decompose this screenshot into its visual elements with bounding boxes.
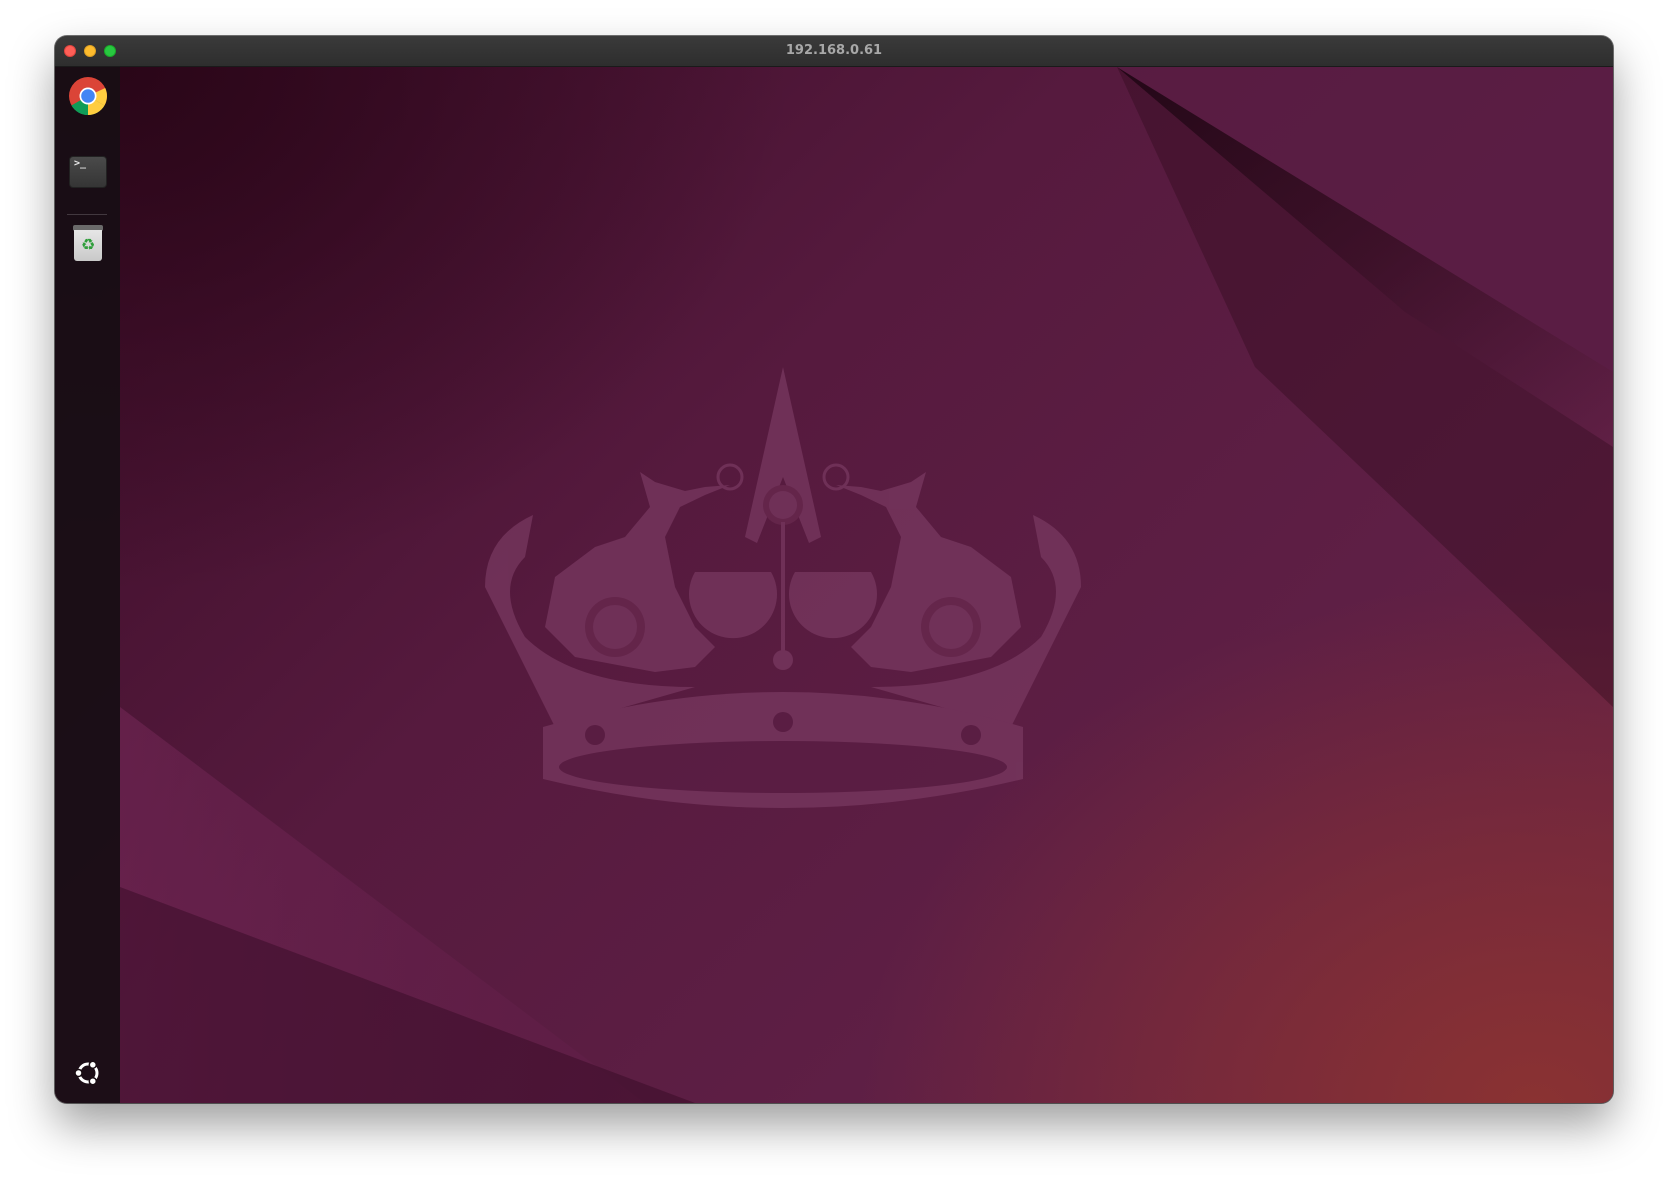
dock-item-trash[interactable]: ♻ [67, 222, 109, 264]
desktop-wallpaper [120, 67, 1613, 1103]
chrome-icon [69, 77, 107, 115]
trash-icon: ♻ [73, 225, 103, 261]
dock-item-chrome[interactable] [67, 75, 109, 117]
ubuntu-logo-icon [74, 1060, 99, 1086]
terminal-glyph: >_ [74, 158, 87, 169]
dock: >_ ♻ [55, 67, 120, 1103]
crown-icon [485, 367, 1081, 808]
dock-item-terminal[interactable]: >_ [67, 151, 109, 193]
desktop[interactable]: >_ ♻ [55, 67, 1613, 1103]
remote-desktop-window: 192.168.0.61 >_ ♻ [55, 36, 1613, 1103]
window-title: 192.168.0.61 [785, 43, 883, 58]
recycle-glyph: ♻ [80, 235, 96, 254]
show-apps-button[interactable] [67, 1052, 109, 1094]
dock-separator [67, 214, 107, 215]
terminal-icon: >_ [69, 156, 107, 188]
window-titlebar[interactable]: 192.168.0.61 [55, 36, 1613, 67]
